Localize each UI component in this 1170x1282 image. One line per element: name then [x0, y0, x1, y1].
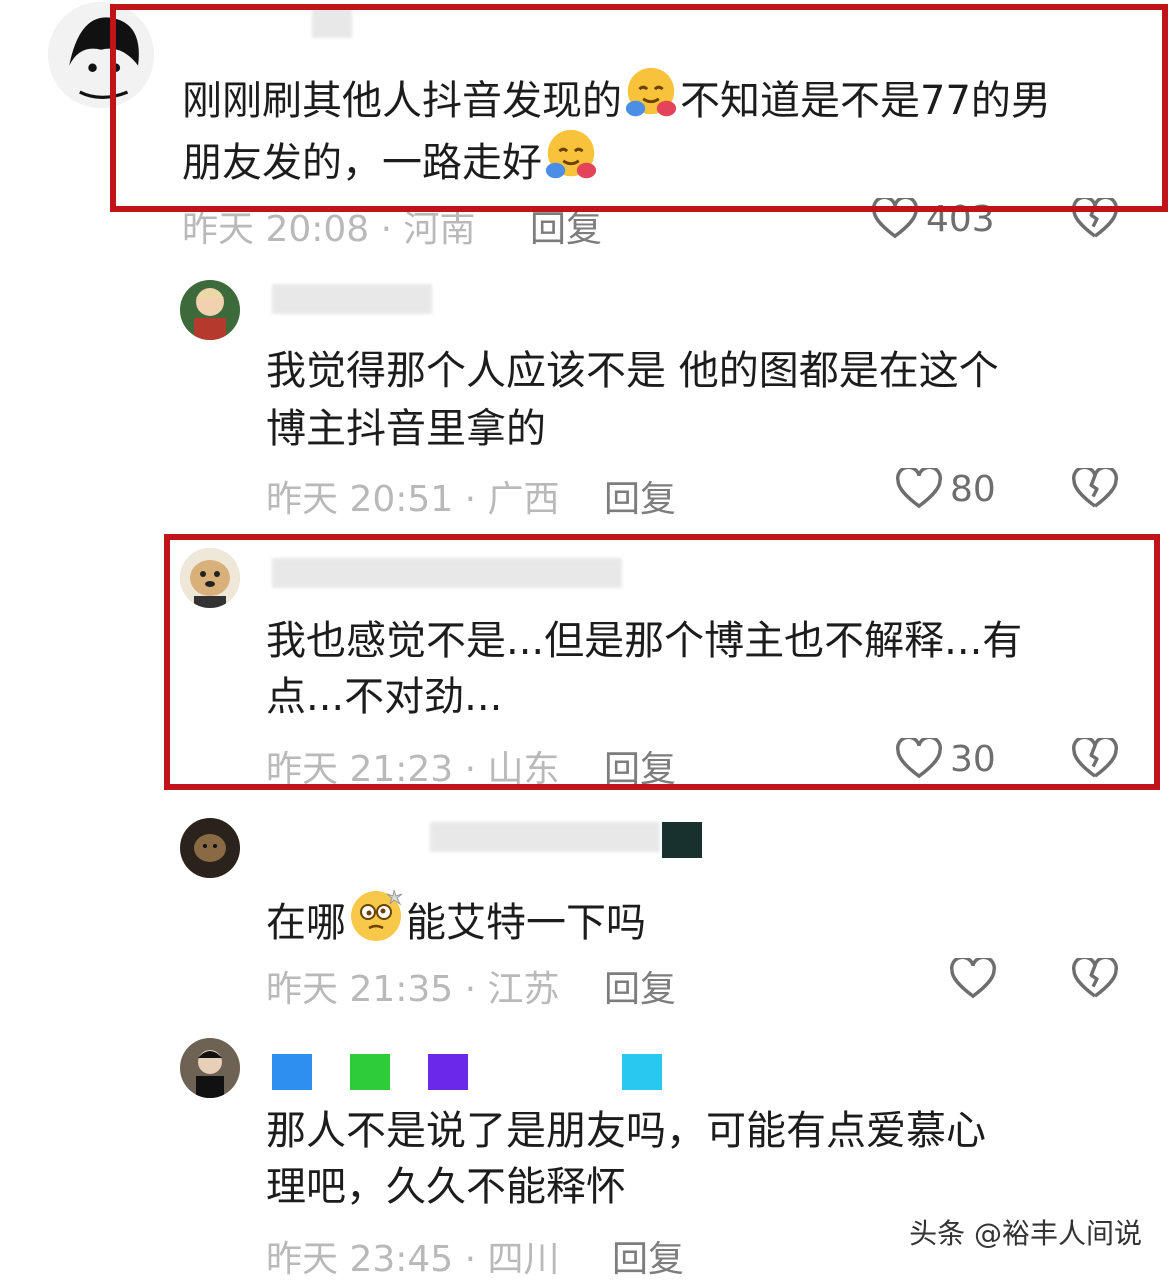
username-blurred — [662, 822, 702, 858]
username-blurred — [428, 1054, 468, 1090]
username-blurred[interactable] — [272, 284, 432, 314]
username-blurred — [272, 1054, 312, 1090]
comment-text-line2: 理吧，久久不能释怀 — [266, 1164, 626, 1210]
avatar[interactable] — [180, 818, 240, 878]
comment-2: 我觉得那个人应该不是 他的图都是在这个 博主抖音里拿的 昨天 20:51 · 广… — [0, 270, 1170, 520]
reply-button[interactable]: 回复 — [612, 1230, 684, 1282]
heart-outline-icon — [950, 958, 996, 999]
username-blurred — [622, 1054, 662, 1090]
reply-button[interactable]: 回复 — [604, 960, 676, 1012]
comment-meta: 昨天 23:45 · 四川 — [266, 1239, 560, 1280]
avatar[interactable] — [180, 1038, 240, 1098]
highlight-box — [110, 4, 1168, 212]
comment-text-part: 能艾特一下吗 — [406, 900, 646, 946]
like-count: 80 — [950, 468, 996, 510]
comment-text-part: 在哪 — [266, 900, 346, 946]
dislike-button[interactable] — [1072, 958, 1118, 1000]
watermark: 头条 @裕丰人间说 — [909, 1217, 1142, 1250]
comment-meta: 昨天 21:35 · 江苏 — [266, 969, 560, 1010]
username-blurred — [350, 1054, 390, 1090]
like-button[interactable]: 80 — [896, 468, 996, 510]
reply-button[interactable]: 回复 — [604, 470, 676, 522]
like-button[interactable] — [950, 958, 996, 1000]
comment-text-line1: 我觉得那个人应该不是 他的图都是在这个 — [266, 348, 999, 394]
highlight-box — [164, 534, 1160, 790]
comment-text-line1: 那人不是说了是朋友吗，可能有点爱慕心 — [266, 1108, 986, 1154]
avatar[interactable] — [180, 280, 240, 340]
comment-text-line1: 在哪 能艾特一下吗 — [266, 884, 646, 960]
username-blurred[interactable] — [430, 822, 660, 852]
comment-4: 在哪 能艾特一下吗 昨天 21:35 · 江苏 回复 — [0, 810, 1170, 1020]
broken-heart-icon — [1072, 468, 1118, 508]
heart-outline-icon — [896, 468, 942, 509]
comment-text-line2: 博主抖音里拿的 — [266, 406, 546, 452]
broken-heart-icon — [1072, 958, 1118, 998]
comment-meta: 昨天 20:51 · 广西 — [266, 479, 560, 520]
dislike-button[interactable] — [1072, 468, 1118, 510]
dizzy-face-emoji-icon — [346, 884, 406, 960]
